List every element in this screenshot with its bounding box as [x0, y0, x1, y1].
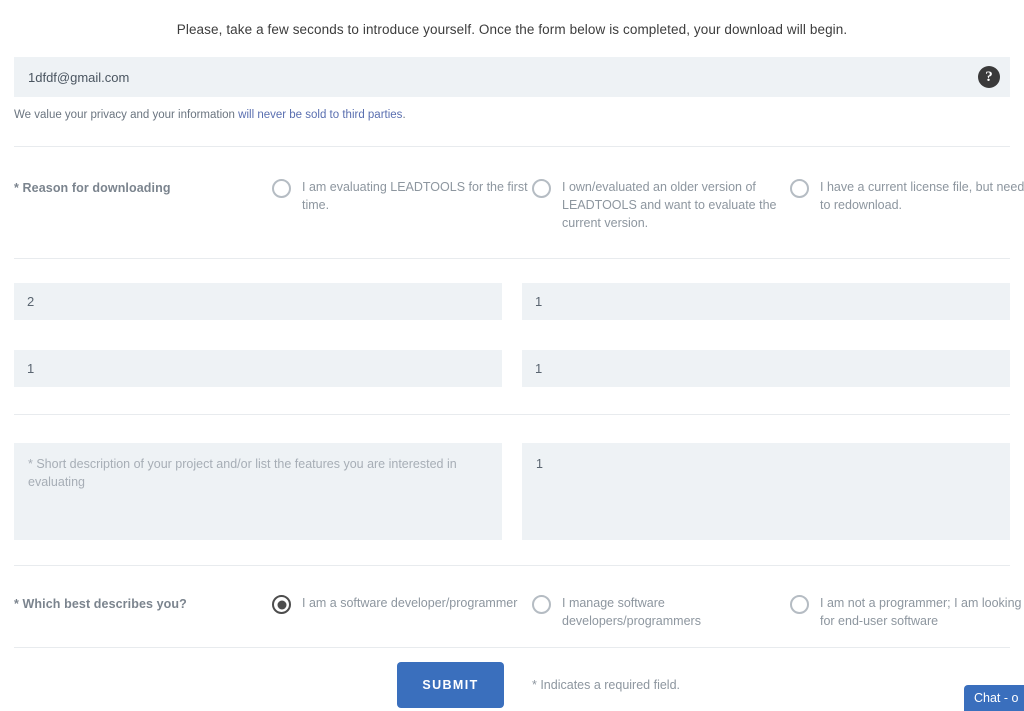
required-field-note: * Indicates a required field. — [532, 678, 681, 692]
describes-option-non-programmer[interactable]: I am not a programmer; I am looking for … — [790, 594, 1024, 630]
reason-option-redownload[interactable]: I have a current license file, but need … — [790, 178, 1024, 214]
input-row-1: 2 1 — [14, 283, 1010, 320]
text-input-field[interactable]: 1 — [522, 350, 1010, 387]
divider — [14, 565, 1010, 566]
chat-widget-button[interactable]: Chat - o — [964, 685, 1024, 711]
divider — [14, 146, 1010, 147]
describes-option-label: I am a software developer/programmer — [302, 596, 518, 610]
project-description-textarea[interactable]: * Short description of your project and/… — [14, 443, 502, 540]
submit-button[interactable]: SUBMIT — [397, 662, 504, 708]
reason-option-label: I have a current license file, but need … — [820, 180, 1024, 212]
email-input-value[interactable]: 1dfdf@gmail.com — [14, 70, 129, 85]
reason-label: * Reason for downloading — [14, 181, 171, 195]
describes-label: * Which best describes you? — [14, 597, 187, 611]
privacy-note: We value your privacy and your informati… — [14, 109, 1024, 121]
intro-message: Please, take a few seconds to introduce … — [176, 22, 848, 37]
reason-option-evaluating-first-time[interactable]: I am evaluating LEADTOOLS for the first … — [272, 178, 532, 214]
radio-icon[interactable] — [532, 179, 551, 198]
describes-option-developer[interactable]: I am a software developer/programmer — [272, 594, 532, 614]
radio-icon[interactable] — [790, 595, 809, 614]
textarea-row: * Short description of your project and/… — [14, 443, 1010, 540]
divider — [14, 258, 1010, 259]
text-input-field[interactable]: 2 — [14, 283, 502, 320]
radio-icon[interactable] — [272, 179, 291, 198]
secondary-textarea[interactable]: 1 — [522, 443, 1010, 540]
text-input-field[interactable]: 1 — [14, 350, 502, 387]
which-best-describes-you-group: * Which best describes you? I am a softw… — [14, 594, 1021, 630]
reason-option-label: I am evaluating LEADTOOLS for the first … — [302, 180, 528, 212]
radio-icon[interactable] — [790, 179, 809, 198]
describes-option-label: I manage software developers/programmers — [562, 596, 701, 628]
email-field[interactable]: 1dfdf@gmail.com ? — [14, 57, 1010, 97]
describes-option-label: I am not a programmer; I am looking for … — [820, 596, 1022, 628]
privacy-text-suffix: . — [402, 109, 406, 121]
text-input-field[interactable]: 1 — [522, 283, 1010, 320]
privacy-text-prefix: We value your privacy and your informati… — [14, 109, 239, 121]
download-form-page: Please, take a few seconds to introduce … — [0, 0, 1024, 711]
input-row-2: 1 1 — [14, 350, 1010, 387]
reason-option-older-version[interactable]: I own/evaluated an older version of LEAD… — [532, 178, 790, 232]
reason-for-downloading-group: * Reason for downloading I am evaluating… — [14, 178, 1024, 232]
divider — [14, 414, 1010, 415]
radio-icon[interactable] — [532, 595, 551, 614]
describes-option-manager[interactable]: I manage software developers/programmers — [532, 594, 790, 630]
question-mark-icon[interactable]: ? — [978, 66, 1000, 88]
submit-row: SUBMIT * Indicates a required field. — [14, 662, 1010, 708]
radio-icon-selected[interactable] — [272, 595, 291, 614]
reason-option-label: I own/evaluated an older version of LEAD… — [562, 180, 777, 230]
divider — [14, 647, 1010, 648]
privacy-policy-link[interactable]: will never be sold to third parties — [238, 109, 402, 121]
